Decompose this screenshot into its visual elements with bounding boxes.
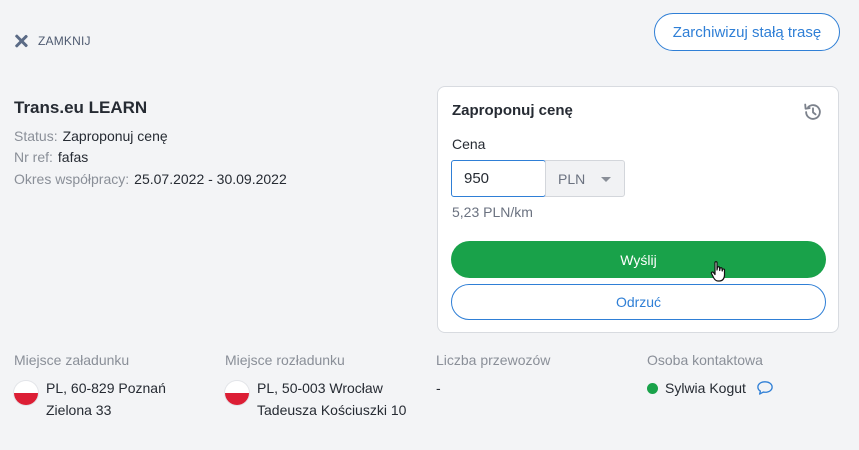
transports-count: Liczba przewozów - [436, 352, 550, 399]
contact-person: Osoba kontaktowa Sylwia Kogut [647, 352, 774, 399]
status-key: Status: [14, 128, 58, 144]
period-key: Okres współpracy: [14, 171, 130, 187]
poland-flag-icon [225, 381, 249, 405]
poland-flag-icon [14, 381, 38, 405]
unloading-address: PL, 50-003 Wrocław Tadeusza Kościuszki 1… [225, 377, 406, 421]
loading-address-line2: Zielona 33 [46, 402, 112, 418]
period-row: Okres współpracy: 25.07.2022 - 30.09.2022 [14, 171, 287, 187]
company-name: Trans.eu LEARN [14, 98, 148, 117]
currency-value: PLN [558, 170, 586, 187]
price-label: Cena [452, 136, 486, 152]
transports-count-value: - [436, 380, 441, 396]
reference-key: Nr ref: [14, 149, 53, 165]
transports-count-header: Liczba przewozów [436, 352, 551, 368]
price-input[interactable] [451, 160, 546, 197]
reject-button[interactable]: Odrzuć [451, 284, 826, 320]
close-icon [14, 34, 28, 48]
price-per-km: 5,23 PLN/km [452, 204, 533, 220]
loading-place-header: Miejsce załadunku [14, 352, 130, 368]
contact-row: Sylwia Kogut [647, 377, 774, 399]
currency-select[interactable]: PLN [545, 160, 625, 197]
loading-place: Miejsce załadunku PL, 60-829 Poznań Ziel… [14, 352, 166, 421]
reference-value: fafas [57, 149, 89, 165]
archive-route-button[interactable]: Zarchiwizuj stałą trasę [654, 13, 840, 51]
send-button[interactable]: Wyślij [451, 241, 826, 278]
unloading-address-line1: PL, 50-003 Wrocław [257, 380, 383, 396]
hand-cursor-icon [710, 261, 726, 282]
status-row: Status: Zaproponuj cenę [14, 128, 168, 144]
unloading-address-line2: Tadeusza Kościuszki 10 [257, 402, 407, 418]
loading-address: PL, 60-829 Poznań Zielona 33 [14, 377, 166, 421]
contact-name[interactable]: Sylwia Kogut [665, 377, 746, 399]
unloading-place: Miejsce rozładunku PL, 50-003 Wrocław Ta… [225, 352, 406, 421]
chat-icon[interactable] [756, 380, 774, 396]
history-icon[interactable] [802, 101, 824, 123]
price-offer-card: Zaproponuj cenę Cena PLN 5,23 PLN/km Wyś… [437, 86, 839, 333]
close-label: ZAMKNIJ [38, 34, 91, 48]
chevron-down-icon [601, 177, 611, 182]
offer-title: Zaproponuj cenę [452, 102, 573, 119]
period-value: 25.07.2022 - 30.09.2022 [134, 171, 287, 187]
loading-address-line1: PL, 60-829 Poznań [46, 380, 166, 396]
contact-person-header: Osoba kontaktowa [647, 352, 763, 368]
status-value: Zaproponuj cenę [62, 128, 168, 144]
unloading-place-header: Miejsce rozładunku [225, 352, 345, 368]
reference-row: Nr ref: fafas [14, 149, 88, 165]
close-link[interactable]: ZAMKNIJ [14, 34, 91, 48]
online-status-dot [647, 382, 658, 394]
